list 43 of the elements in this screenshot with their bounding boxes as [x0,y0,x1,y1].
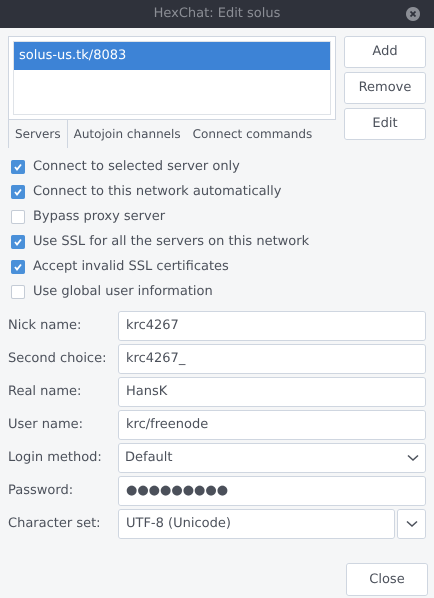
field-label: Login method: [8,449,103,468]
field-label: Password: [8,482,74,500]
tab[interactable]: Connect commands [186,120,318,148]
checkbox[interactable] [11,260,25,274]
close-button[interactable]: Close [346,563,428,596]
check-icon [13,162,23,172]
input-field[interactable]: krc4267 [118,311,426,341]
server-item[interactable]: solus-us.tk/8083 [14,42,330,70]
tab[interactable]: Autojoin channels [68,120,187,148]
checkbox[interactable] [11,160,25,174]
field-label: Second choice: [8,350,108,368]
option-label: Connect to selected server only [33,158,240,176]
input-field[interactable]: krc4267_ [118,344,426,374]
check-icon [13,186,23,196]
check-icon [13,236,23,246]
field-label: Nick name: [8,317,82,336]
option-label: Use global user information [33,282,213,301]
chevron-down-icon [407,454,419,462]
field-label: Character set: [8,515,102,534]
checkbox[interactable] [11,284,25,298]
checkbox[interactable] [11,184,25,198]
server-button[interactable]: Remove [344,72,426,104]
check-icon [13,262,23,272]
field-label: User name: [8,416,84,434]
close-icon[interactable] [406,7,420,21]
checkbox[interactable] [11,210,25,224]
input-field[interactable]: krc/freenode [118,410,426,440]
dropdown-button[interactable] [397,509,426,539]
chevron-down-icon [406,520,418,528]
dropdown[interactable]: Default [118,443,426,473]
field-label: Real name: [8,383,82,402]
password-field[interactable]: ●●●●●●●●● [118,476,426,506]
option-label: Bypass proxy server [33,208,166,226]
option-label: Connect to this network automatically [33,182,282,201]
server-button[interactable]: Add [344,36,426,68]
option-label: Accept invalid SSL certificates [33,258,229,276]
checkbox[interactable] [11,234,25,248]
input-field[interactable]: HansK [118,377,426,407]
server-button[interactable]: Edit [344,108,426,140]
tab[interactable]: Servers [8,120,68,148]
option-label: Use SSL for all the servers on this network [33,232,310,251]
input-field[interactable]: UTF-8 (Unicode) [118,509,395,539]
window-title: HexChat: Edit solus [154,5,280,24]
